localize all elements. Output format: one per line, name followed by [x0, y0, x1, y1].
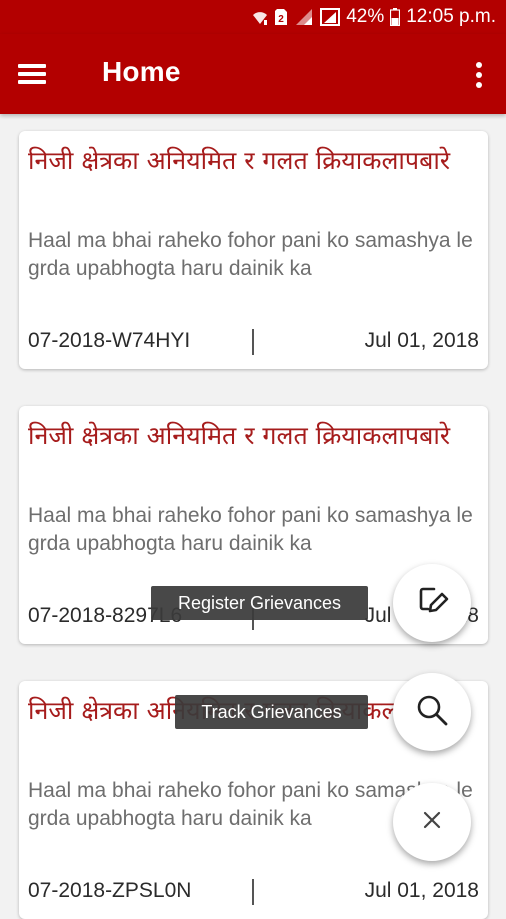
grievance-date: Jul 01, 2018	[364, 329, 479, 352]
track-grievances-label[interactable]: Track Grievances	[175, 695, 368, 729]
page-title: Home	[102, 56, 181, 87]
edit-note-icon	[415, 584, 449, 623]
grievance-footer: 07-2018-W74HYI Jul 01, 2018	[28, 329, 479, 359]
grievance-description: Haal ma bhai raheko fohor pani ko samash…	[28, 229, 473, 280]
grievance-id: 07-2018-W74HYI	[28, 329, 191, 352]
track-grievances-button[interactable]	[393, 673, 471, 751]
sim-2-icon: 2	[274, 8, 288, 26]
wifi-icon	[252, 8, 268, 26]
signal-icon	[294, 8, 314, 26]
grievance-description: Haal ma bhai raheko fohor pani ko samash…	[28, 504, 473, 555]
grievance-title: निजी क्षेत्रका अनियमित र गलत क्रियाकलापब…	[28, 146, 451, 175]
more-vert-icon[interactable]	[474, 62, 484, 88]
battery-percent: 42%	[346, 6, 385, 27]
grievance-card[interactable]: निजी क्षेत्रका अनियमित र गलत क्रियाकलापब…	[19, 131, 488, 369]
svg-text:2: 2	[278, 14, 284, 25]
signal-icon	[320, 8, 341, 26]
clock: 12:05 p.m.	[406, 6, 496, 27]
register-grievances-button[interactable]	[393, 564, 471, 642]
hamburger-menu-icon[interactable]	[18, 60, 48, 88]
grievance-id: 07-2018-ZPSL0N	[28, 879, 192, 902]
grievance-title: निजी क्षेत्रका अनियमित र गलत क्रियाकलापब…	[28, 421, 451, 450]
status-icons: 2 42% 12:05 p.m.	[252, 6, 496, 28]
grievance-date: Jul 01, 2018	[364, 879, 479, 902]
divider	[252, 879, 254, 905]
status-bar: 2 42% 12:05 p.m.	[0, 0, 506, 34]
close-fab-button[interactable]	[393, 783, 471, 861]
search-icon	[415, 693, 449, 732]
app-bar: Home	[0, 34, 506, 114]
battery-icon	[390, 8, 401, 26]
register-grievances-label[interactable]: Register Grievances	[151, 586, 368, 620]
divider	[252, 329, 254, 355]
grievance-footer: 07-2018-ZPSL0N Jul 01, 2018	[28, 879, 479, 909]
close-icon	[422, 810, 442, 835]
